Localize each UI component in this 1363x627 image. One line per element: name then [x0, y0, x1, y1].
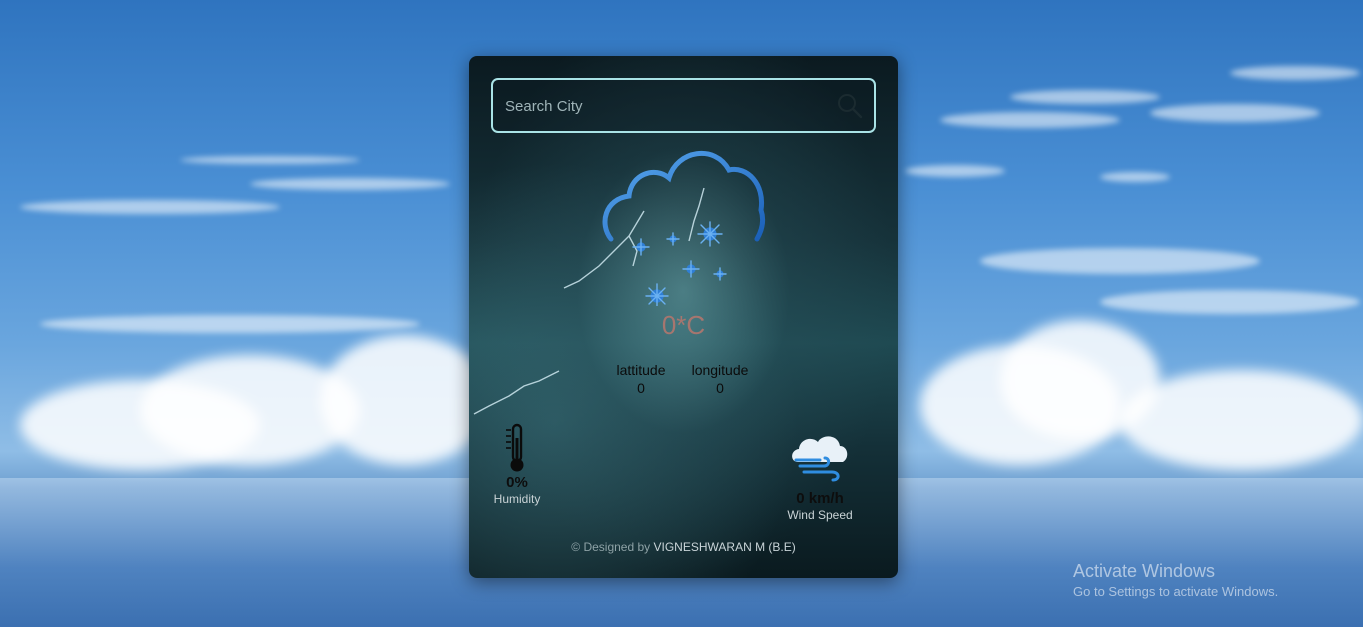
sky-cloud [20, 200, 280, 214]
latitude-value: 0 [637, 380, 645, 396]
longitude-block: longitude 0 [687, 361, 753, 397]
wind-cloud-icon [792, 436, 848, 482]
watermark-subtitle: Go to Settings to activate Windows. [1073, 584, 1279, 599]
sky-cloud [1230, 66, 1360, 80]
sky-cloud [320, 335, 490, 465]
search-icon[interactable] [836, 92, 864, 120]
snow-cloud-icon [602, 151, 766, 306]
sky-cloud [1100, 172, 1170, 182]
sky-cloud [905, 165, 1005, 177]
latitude-block: lattitude 0 [607, 361, 675, 397]
sky-cloud [1010, 90, 1160, 104]
search-input[interactable] [503, 80, 837, 133]
windows-activation-watermark: Activate Windows Go to Settings to activ… [1073, 561, 1278, 599]
longitude-label: longitude [691, 362, 749, 378]
weather-card: 0*C lattitude 0 longitude 0 0% Humidity [469, 56, 898, 578]
sky-cloud [180, 156, 360, 164]
longitude-value: 0 [716, 380, 724, 396]
humidity-value: 0% [506, 474, 528, 491]
sky-cloud [1100, 290, 1360, 314]
sky-cloud [940, 112, 1120, 128]
footer-author: VIGNESHWARAN M (B.E) [653, 540, 796, 554]
temperature-value: 0*C [661, 310, 706, 340]
wind-speed-value: 0 km/h [796, 490, 844, 507]
watermark-title: Activate Windows [1073, 561, 1216, 581]
desktop-background: 0*C lattitude 0 longitude 0 0% Humidity [0, 0, 1363, 627]
wind-block: 0 km/h Wind Speed [779, 432, 861, 522]
footer-credit: © Designed by VIGNESHWARAN M (B.E) [469, 540, 898, 554]
lightning-bolt-decoration [473, 370, 560, 415]
sky-cloud [40, 315, 420, 333]
humidity-block: 0% Humidity [487, 422, 547, 506]
footer-prefix: © Designed by [571, 540, 651, 554]
thermometer-icon [506, 423, 524, 472]
sky-cloud [1150, 104, 1320, 122]
wind-speed-label: Wind Speed [787, 508, 853, 522]
sky-cloud [250, 178, 450, 190]
humidity-label: Humidity [493, 492, 541, 506]
sky-cloud [1120, 370, 1363, 470]
sky-cloud [980, 248, 1260, 274]
latitude-label: lattitude [616, 362, 666, 378]
search-box [491, 78, 876, 133]
